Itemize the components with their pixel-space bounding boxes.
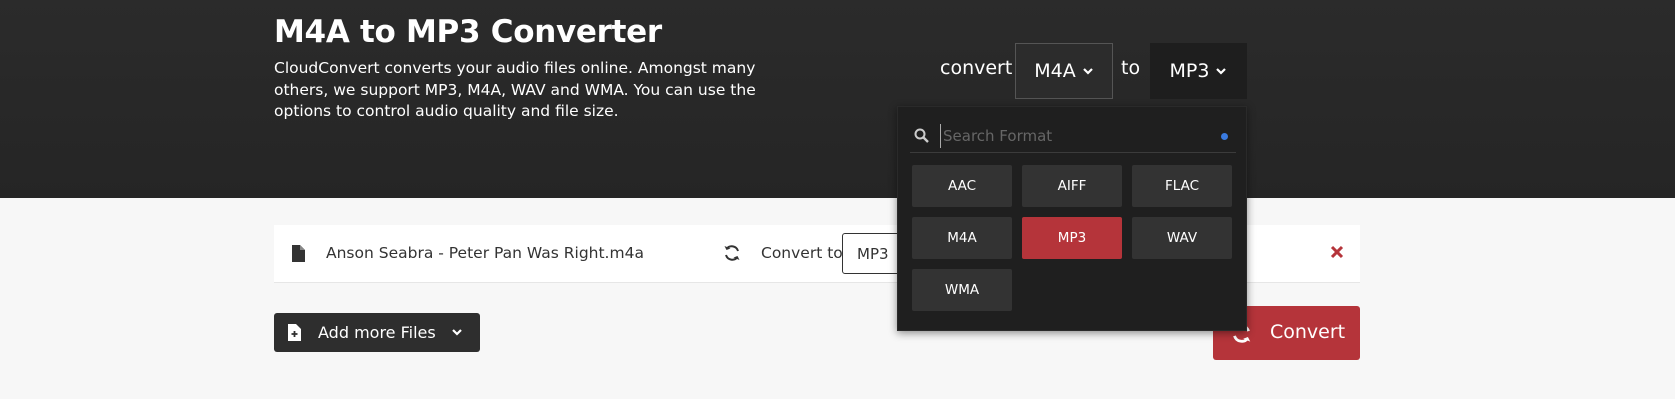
focus-indicator [1221, 133, 1228, 140]
format-option-aac[interactable]: AAC [912, 165, 1012, 207]
from-format-value: M4A [1034, 60, 1076, 82]
page-description: CloudConvert converts your audio files o… [274, 59, 756, 120]
format-option-flac[interactable]: FLAC [1132, 165, 1232, 207]
to-label: to [1121, 57, 1141, 79]
add-more-files-label: Add more Files [318, 323, 436, 342]
format-search [910, 119, 1236, 153]
sync-icon[interactable] [723, 244, 741, 262]
file-plus-icon [288, 324, 301, 341]
hero-banner: M4A to MP3 Converter CloudConvert conver… [0, 0, 1675, 198]
convert-button-label: Convert [1270, 321, 1346, 343]
search-icon [914, 128, 929, 143]
to-format-button[interactable]: MP3 [1150, 43, 1247, 99]
chevron-down-icon [1082, 68, 1093, 75]
format-option-m4a[interactable]: M4A [912, 217, 1012, 259]
to-format-value: MP3 [1169, 60, 1210, 82]
format-option-aiff[interactable]: AIFF [1022, 165, 1122, 207]
format-search-input[interactable] [940, 124, 1210, 148]
file-name: Anson Seabra - Peter Pan Was Right.m4a [326, 244, 644, 262]
chevron-down-icon [1216, 68, 1227, 75]
format-option-wma[interactable]: WMA [912, 269, 1012, 311]
format-dropdown: AACAIFFFLAC M4AMP3WAV WMA [897, 106, 1247, 331]
close-icon[interactable] [1330, 245, 1344, 259]
file-format-value: MP3 [857, 245, 889, 263]
page-title: M4A to MP3 Converter [274, 14, 662, 50]
format-option-mp3[interactable]: MP3 [1022, 217, 1122, 259]
add-more-files-button[interactable]: Add more Files [274, 313, 480, 352]
format-option-wav[interactable]: WAV [1132, 217, 1232, 259]
from-format-button[interactable]: M4A [1015, 43, 1113, 99]
file-icon [292, 245, 305, 262]
convert-label: convert [940, 57, 1013, 79]
chevron-down-icon[interactable] [451, 326, 463, 338]
convert-to-label: Convert to [761, 244, 843, 262]
